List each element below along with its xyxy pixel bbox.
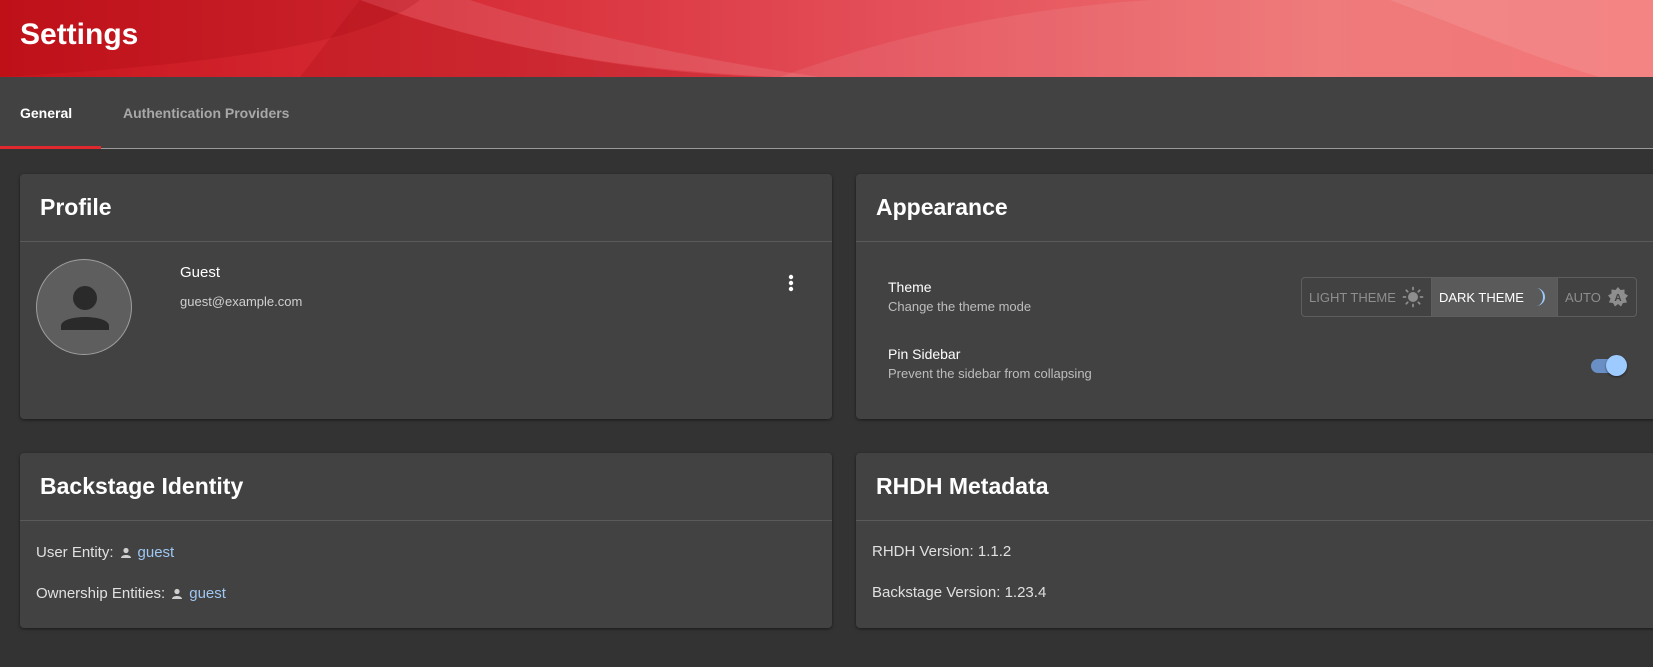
page-title: Settings <box>20 18 139 51</box>
ownership-entities-row: Ownership Entities: guest <box>36 585 226 602</box>
user-icon <box>120 547 132 559</box>
toggle-thumb <box>1606 355 1627 376</box>
user-entity-link[interactable]: guest <box>138 544 175 561</box>
dark-theme-label: DARK THEME <box>1438 289 1524 305</box>
light-theme-label: LIGHT THEME <box>1309 289 1396 305</box>
pin-sidebar-toggle[interactable] <box>1589 354 1627 376</box>
user-icon <box>171 588 183 600</box>
moon-icon <box>1535 288 1545 306</box>
backstage-identity-card: Backstage Identity User Entity: guest Ow… <box>20 453 832 628</box>
dark-theme-button[interactable]: DARK THEME <box>1431 278 1558 316</box>
appearance-card-title: Appearance <box>856 174 1653 242</box>
appearance-card: Appearance Theme Change the theme mode L… <box>856 174 1653 419</box>
rhdh-version: RHDH Version: 1.1.2 <box>872 543 1012 560</box>
auto-theme-icon: A <box>1607 287 1628 307</box>
theme-toggle-group: LIGHT THEME DARK THEME AUTO A <box>1301 277 1637 317</box>
more-vert-icon[interactable] <box>785 272 797 294</box>
ownership-entities-label: Ownership Entities: <box>36 585 166 602</box>
profile-name: Guest <box>180 264 221 281</box>
theme-setting-description: Change the theme mode <box>888 299 1032 314</box>
profile-card: Profile Guest guest@example.com <box>20 174 832 419</box>
user-entity-label: User Entity: <box>36 544 114 561</box>
header-wave-decoration <box>0 0 1653 77</box>
ownership-entity-link[interactable]: guest <box>189 585 226 602</box>
light-theme-button[interactable]: LIGHT THEME <box>1302 278 1432 316</box>
tab-authentication-providers[interactable]: Authentication Providers <box>123 77 289 148</box>
auto-theme-label: AUTO <box>1564 289 1601 305</box>
pin-sidebar-title: Pin Sidebar <box>888 346 961 362</box>
rhdh-metadata-card: RHDH Metadata RHDH Version: 1.1.2 Backst… <box>856 453 1653 628</box>
page-header: Settings <box>0 0 1653 77</box>
metadata-card-title: RHDH Metadata <box>856 453 1653 521</box>
identity-card-title: Backstage Identity <box>20 453 832 521</box>
tab-bar: General Authentication Providers <box>0 77 1653 149</box>
avatar <box>36 259 132 355</box>
user-entity-row: User Entity: guest <box>36 544 174 561</box>
theme-setting-title: Theme <box>888 279 932 295</box>
auto-theme-button[interactable]: AUTO A <box>1558 278 1636 316</box>
tab-general[interactable]: General <box>0 77 101 149</box>
sun-icon <box>1402 286 1424 308</box>
profile-card-title: Profile <box>20 174 832 242</box>
pin-sidebar-description: Prevent the sidebar from collapsing <box>888 366 1092 381</box>
backstage-version: Backstage Version: 1.23.4 <box>872 584 1047 601</box>
person-icon <box>61 286 109 330</box>
profile-email: guest@example.com <box>180 294 303 309</box>
svg-text:A: A <box>1614 293 1621 304</box>
